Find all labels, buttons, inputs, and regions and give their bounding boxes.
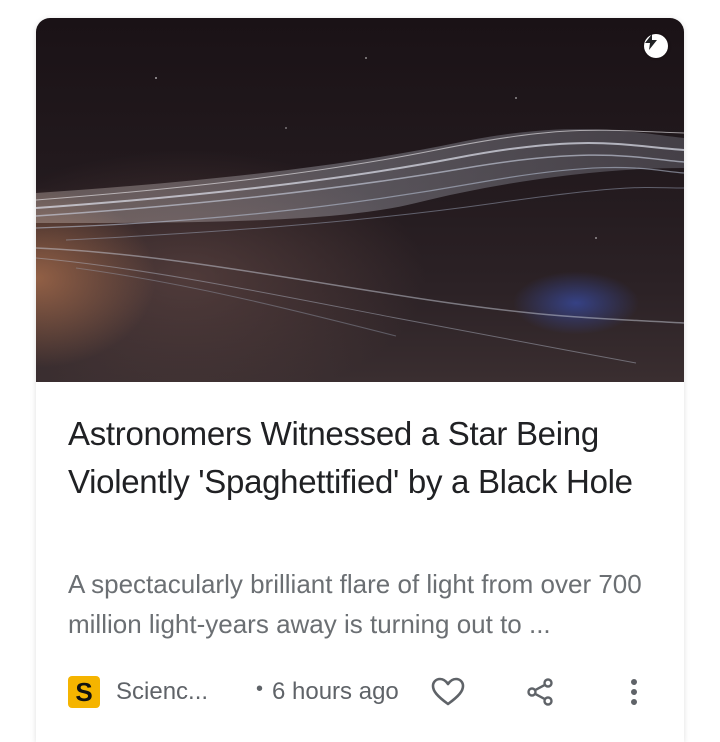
more-options-button[interactable] [614, 672, 654, 712]
source-name[interactable]: Scienc... [116, 678, 208, 706]
lightning-bolt-icon [644, 34, 668, 58]
heart-outline-icon [431, 677, 465, 706]
separator-dot: • [256, 678, 264, 700]
news-card[interactable]: Astronomers Witnessed a Star Being Viole… [36, 18, 684, 742]
source-logo-letter: S [75, 676, 93, 707]
publish-time: 6 hours ago [272, 678, 399, 705]
like-button[interactable] [428, 672, 468, 712]
share-button[interactable] [520, 672, 560, 712]
share-icon [527, 678, 553, 706]
source-logo: S [68, 676, 100, 708]
article-image[interactable] [36, 18, 684, 382]
spaghetti-streaks-illustration [36, 57, 684, 364]
more-vert-icon [631, 679, 637, 705]
article-snippet: A spectacularly brilliant flare of light… [68, 569, 642, 639]
card-footer: S Scienc... • 6 hours ago [68, 670, 658, 714]
article-title[interactable]: Astronomers Witnessed a Star Being Viole… [68, 410, 658, 506]
